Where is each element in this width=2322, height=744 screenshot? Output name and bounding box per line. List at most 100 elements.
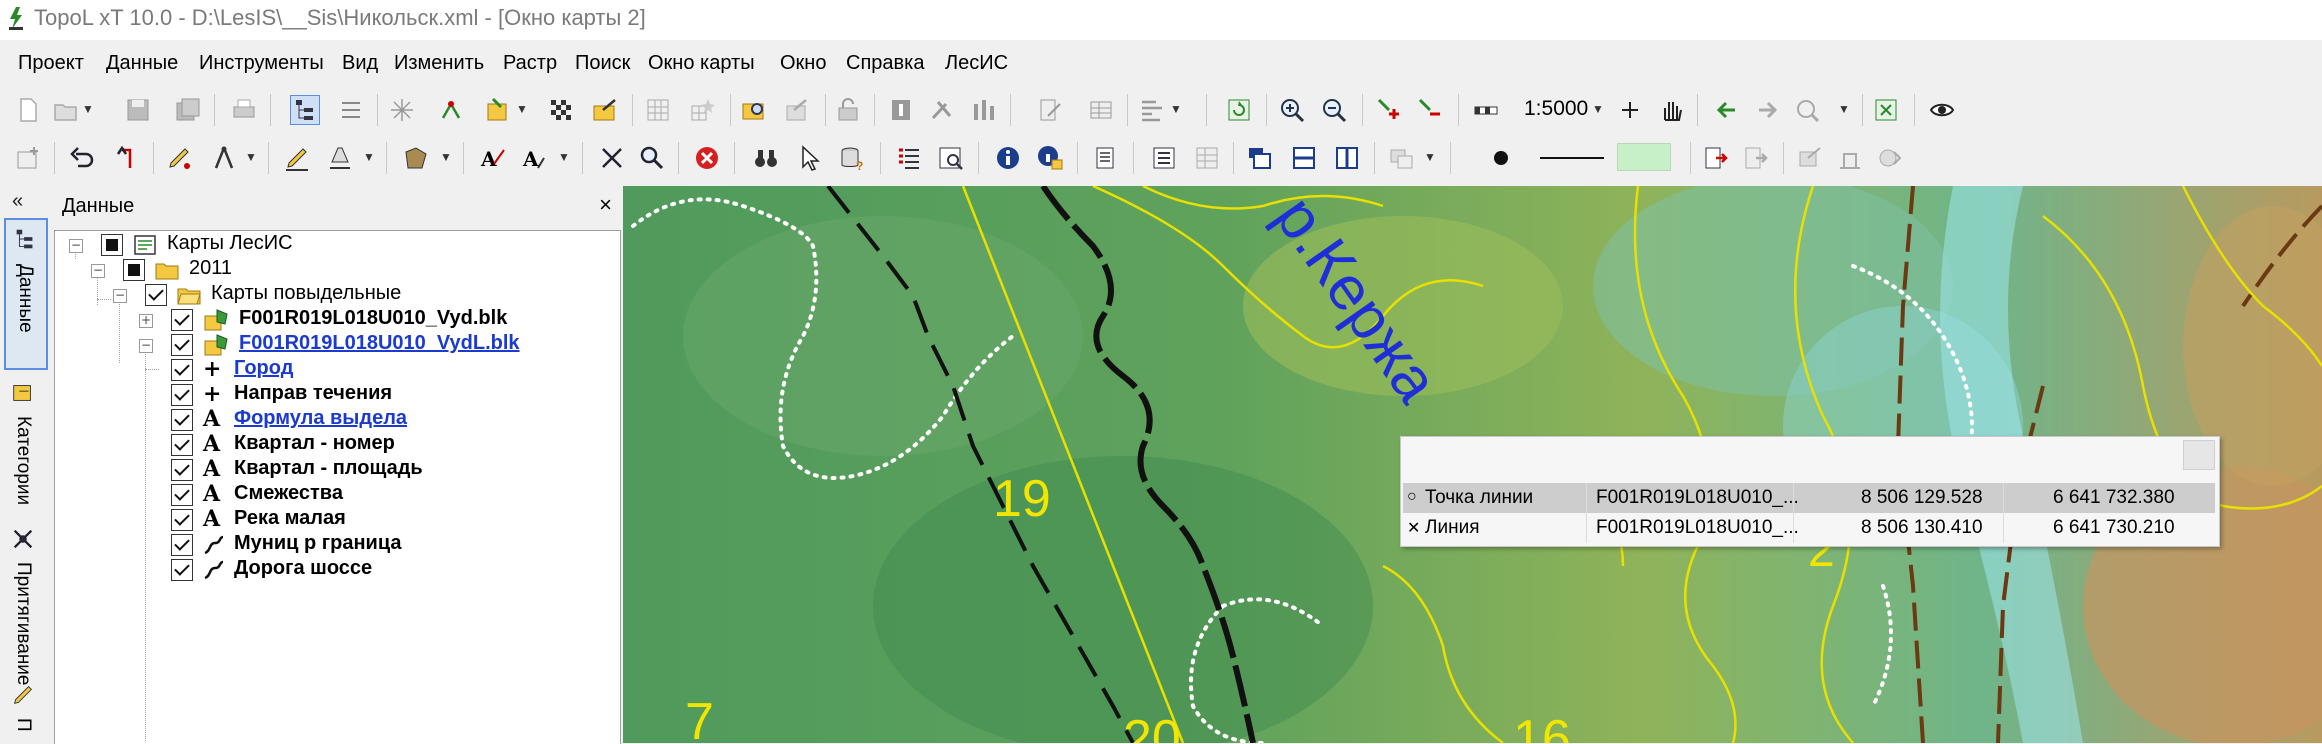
- collapse-toggle-icon[interactable]: −: [113, 289, 127, 303]
- menu-tools[interactable]: Инструменты: [199, 52, 324, 75]
- stack-layers-icon[interactable]: [1246, 144, 1274, 172]
- visibility-checkbox[interactable]: [171, 459, 193, 481]
- text-edit-icon[interactable]: A: [520, 144, 548, 172]
- menu-map-window[interactable]: Окно карты: [648, 52, 755, 75]
- snap-candidate-row[interactable]: ✕ Линия F001R019L018U010_... 8 506 130.4…: [1403, 513, 2215, 543]
- chevron-down-icon[interactable]: ▼: [440, 150, 452, 164]
- table-icon[interactable]: [1087, 96, 1115, 124]
- zoom-in-icon[interactable]: [1278, 96, 1306, 124]
- collapse-toggle-icon[interactable]: −: [91, 264, 105, 278]
- snap-cross-icon[interactable]: [598, 144, 626, 172]
- visibility-checkbox[interactable]: [171, 409, 193, 431]
- add-table-icon[interactable]: [14, 144, 42, 172]
- visibility-checkbox[interactable]: [171, 359, 193, 381]
- print-icon[interactable]: [230, 96, 258, 124]
- visibility-checkbox[interactable]: [171, 509, 193, 531]
- popup-close-button[interactable]: [2183, 440, 2215, 470]
- cursor-icon[interactable]: [796, 144, 824, 172]
- zoom-extent-icon[interactable]: [1872, 96, 1900, 124]
- menu-edit[interactable]: Изменить: [394, 52, 484, 75]
- fill-polygon-icon[interactable]: [402, 144, 430, 172]
- scale-ruler-icon[interactable]: [1472, 96, 1500, 124]
- grid-star-icon[interactable]: [688, 96, 716, 124]
- tab-data[interactable]: Данные: [4, 218, 48, 370]
- visibility-checkbox[interactable]: [101, 234, 123, 256]
- pencil-line-icon[interactable]: [283, 144, 311, 172]
- collapse-toggle-icon[interactable]: −: [69, 239, 83, 253]
- tab-more[interactable]: П: [4, 678, 44, 743]
- preview-zoom-icon[interactable]: [937, 144, 965, 172]
- menu-search[interactable]: Поиск: [575, 52, 630, 75]
- folder-search-icon[interactable]: [740, 96, 768, 124]
- compass-icon[interactable]: [210, 144, 238, 172]
- zoom-out-area-icon[interactable]: [1416, 96, 1444, 124]
- chevron-down-icon[interactable]: ▼: [1424, 150, 1436, 164]
- tree-item-municipal-border[interactable]: Муниц р граница: [55, 531, 615, 559]
- tree-item-vydl-layer[interactable]: − F001R019L018U010_VydL.blk: [55, 331, 615, 359]
- edit-folder-icon[interactable]: [591, 96, 619, 124]
- info-panel-icon[interactable]: [887, 96, 915, 124]
- zoom-out-icon[interactable]: [1320, 96, 1348, 124]
- chevron-down-icon[interactable]: ▼: [1592, 102, 1604, 116]
- visibility-checkbox[interactable]: [171, 384, 193, 406]
- visibility-checkbox[interactable]: [171, 484, 193, 506]
- visibility-checkbox[interactable]: [145, 284, 167, 306]
- menu-raster[interactable]: Растр: [503, 52, 557, 75]
- tree-item-vyd-layer[interactable]: + F001R019L018U010_Vyd.blk: [55, 306, 615, 334]
- back-arrow-icon[interactable]: [1713, 96, 1741, 124]
- point-style-swatch[interactable]: [1494, 151, 1508, 165]
- tree-item-highway[interactable]: Дорога шоссе: [55, 556, 615, 584]
- expand-toggle-icon[interactable]: +: [139, 314, 153, 328]
- split-vertical-icon[interactable]: [1333, 144, 1361, 172]
- binoculars-icon[interactable]: [752, 144, 780, 172]
- chevron-down-icon[interactable]: ▼: [245, 150, 257, 164]
- tab-categories[interactable]: Категории: [4, 376, 44, 516]
- close-icon[interactable]: ×: [599, 192, 612, 218]
- visibility-checkbox[interactable]: [171, 434, 193, 456]
- select-dropdown-icon[interactable]: [484, 96, 512, 124]
- hand-pan-icon[interactable]: [1657, 96, 1685, 124]
- chevron-down-icon[interactable]: ▼: [558, 150, 570, 164]
- split-horizontal-icon[interactable]: [1290, 144, 1318, 172]
- tab-snapping[interactable]: Притягивание: [4, 522, 44, 686]
- open-file-icon[interactable]: [52, 96, 80, 124]
- search-icon[interactable]: [638, 144, 666, 172]
- visibility-checkbox[interactable]: [171, 534, 193, 556]
- undo-icon[interactable]: [68, 144, 96, 172]
- sparkle-icon[interactable]: [388, 96, 416, 124]
- tools-icon[interactable]: [928, 96, 956, 124]
- eye-icon[interactable]: [1928, 96, 1956, 124]
- menu-view[interactable]: Вид: [342, 52, 378, 75]
- delete-icon[interactable]: [693, 144, 721, 172]
- report-icon[interactable]: [1092, 144, 1120, 172]
- folder-arrow-icon[interactable]: [784, 96, 812, 124]
- data-tree-icon[interactable]: [290, 95, 320, 125]
- legend-list-icon[interactable]: [895, 144, 923, 172]
- collapse-toggle-icon[interactable]: −: [139, 339, 153, 353]
- tree-item-quarter-number[interactable]: A Квартал - номер: [55, 431, 615, 459]
- window-arrange-icon[interactable]: [1388, 144, 1416, 172]
- text-pen-icon[interactable]: A: [478, 144, 506, 172]
- visibility-checkbox[interactable]: [171, 309, 193, 331]
- chevron-down-icon[interactable]: ▼: [516, 102, 528, 116]
- menu-lesis[interactable]: ЛесИС: [945, 52, 1008, 75]
- refresh-icon[interactable]: [1225, 96, 1253, 124]
- pan-center-icon[interactable]: [1616, 96, 1644, 124]
- layer-tool-c-icon[interactable]: [1876, 144, 1904, 172]
- menu-help[interactable]: Справка: [846, 52, 924, 75]
- lock-layer-icon[interactable]: [834, 96, 862, 124]
- tree-item-city[interactable]: + Город: [55, 356, 615, 384]
- bars-icon[interactable]: [970, 96, 998, 124]
- zoom-history-icon[interactable]: [1793, 96, 1821, 124]
- undo-red-icon[interactable]: [112, 144, 140, 172]
- visibility-checkbox[interactable]: [123, 259, 145, 281]
- page-layout-icon[interactable]: [1150, 144, 1178, 172]
- chevron-down-icon[interactable]: ▼: [1170, 102, 1182, 116]
- tree-item-quarter-area[interactable]: A Квартал - площадь: [55, 456, 615, 484]
- forward-arrow-icon[interactable]: [1753, 96, 1781, 124]
- menu-data[interactable]: Данные: [106, 52, 178, 75]
- menu-window[interactable]: Окно: [780, 52, 826, 75]
- info-icon[interactable]: [994, 144, 1022, 172]
- vertex-tool-icon[interactable]: [437, 96, 465, 124]
- tree-item-flow-direction[interactable]: + Направ течения: [55, 381, 615, 409]
